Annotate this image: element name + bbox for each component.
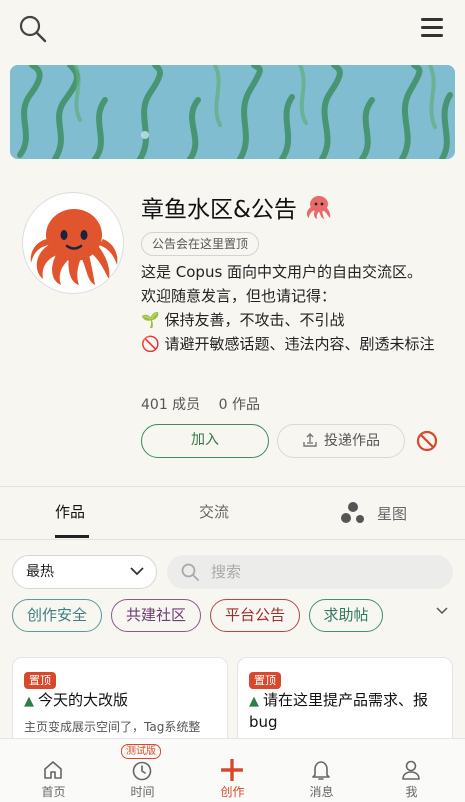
nav-time-label: 时间 bbox=[130, 785, 155, 799]
submit-work-button[interactable]: 投递作品 bbox=[277, 424, 405, 458]
description-line: 这是 Copus 面向中文用户的自由交流区。 bbox=[141, 263, 423, 281]
tag-chip[interactable]: 创作安全 bbox=[12, 599, 102, 632]
hamburger-menu-icon[interactable] bbox=[421, 18, 443, 38]
clock-icon bbox=[132, 761, 152, 781]
post-excerpt: 主页变成展示空间了，Tag系统整 bbox=[24, 720, 201, 734]
post-title: ▲ 今天的大改版 bbox=[24, 690, 222, 712]
nav-me[interactable]: 我 bbox=[365, 739, 458, 802]
nav-home-label: 首页 bbox=[41, 785, 66, 799]
join-button[interactable]: 加入 bbox=[141, 424, 269, 458]
nav-create-label: 创作 bbox=[220, 785, 245, 799]
pinned-badge: 置顶 bbox=[249, 672, 281, 689]
bottom-navigation: 首页 测试版 时间 创作 消息 我 bbox=[0, 738, 465, 802]
pinned-badge: 置顶 bbox=[24, 672, 56, 689]
search-placeholder: 搜索 bbox=[211, 563, 242, 581]
nav-time[interactable]: 测试版 时间 bbox=[96, 739, 189, 802]
member-count: 401 成员 bbox=[141, 397, 201, 413]
chevron-down-icon bbox=[130, 567, 144, 576]
post-title-text: 请在这里提产品需求、报bug bbox=[249, 691, 429, 731]
plus-icon bbox=[221, 759, 243, 781]
community-avatar bbox=[22, 192, 124, 294]
community-title: 章鱼水区&公告 bbox=[141, 190, 334, 224]
triangle-icon: ▲ bbox=[249, 694, 259, 709]
bell-icon bbox=[312, 761, 330, 780]
nav-messages[interactable]: 消息 bbox=[275, 739, 368, 802]
tag-chip[interactable]: 共建社区 bbox=[111, 599, 201, 632]
starmap-icon bbox=[341, 502, 364, 523]
community-title-text: 章鱼水区&公告 bbox=[141, 197, 297, 223]
nav-create[interactable]: 创作 bbox=[186, 739, 279, 802]
top-bar bbox=[0, 0, 465, 58]
search-icon[interactable] bbox=[18, 14, 48, 44]
expand-tags-chevron-icon[interactable] bbox=[435, 606, 449, 616]
works-count: 0 作品 bbox=[218, 397, 260, 413]
tab-discuss[interactable]: 交流 bbox=[199, 501, 229, 522]
community-stats: 401 成员 0 作品 bbox=[141, 394, 274, 414]
post-title-text: 今天的大改版 bbox=[38, 691, 129, 709]
pinned-notice-tag: 公告会在这里置顶 bbox=[141, 232, 260, 256]
nav-me-label: 我 bbox=[405, 785, 418, 799]
sort-select-value: 最热 bbox=[26, 564, 54, 580]
upload-tray-icon bbox=[303, 433, 317, 447]
community-description: 这是 Copus 面向中文用户的自由交流区。 欢迎随意发言，但也请记得： 🌱 保… bbox=[141, 260, 446, 356]
nav-home[interactable]: 首页 bbox=[7, 739, 100, 802]
tab-starmap[interactable]: 星图 bbox=[341, 501, 407, 525]
nav-messages-label: 消息 bbox=[309, 785, 334, 799]
beta-badge: 测试版 bbox=[121, 744, 161, 759]
block-icon[interactable] bbox=[416, 430, 438, 452]
sort-select[interactable]: 最热 bbox=[12, 555, 157, 589]
active-tab-indicator bbox=[55, 535, 89, 538]
search-input[interactable]: 搜索 bbox=[167, 555, 453, 589]
description-line: 🚫 请避开敏感话题、违法内容、剧透未标注 bbox=[141, 335, 435, 353]
description-line: 欢迎随意发言，但也请记得： bbox=[141, 287, 337, 305]
community-banner bbox=[10, 65, 455, 159]
tabs-divider bbox=[0, 539, 465, 540]
triangle-icon: ▲ bbox=[24, 694, 34, 709]
tab-starmap-label: 星图 bbox=[377, 505, 408, 523]
content-tabs: 作品 交流 星图 bbox=[0, 487, 465, 539]
submit-work-label: 投递作品 bbox=[324, 433, 380, 449]
user-icon bbox=[402, 760, 420, 780]
post-title: ▲ 请在这里提产品需求、报bug bbox=[249, 690, 447, 733]
tab-works[interactable]: 作品 bbox=[55, 501, 85, 522]
tag-chip[interactable]: 平台公告 bbox=[210, 599, 300, 632]
description-line: 🌱 保持友善，不攻击、不引战 bbox=[141, 311, 345, 329]
tag-chip[interactable]: 求助帖 bbox=[309, 599, 383, 632]
search-icon bbox=[181, 563, 199, 581]
home-icon bbox=[44, 761, 62, 779]
octopus-emoji-icon bbox=[307, 196, 331, 219]
